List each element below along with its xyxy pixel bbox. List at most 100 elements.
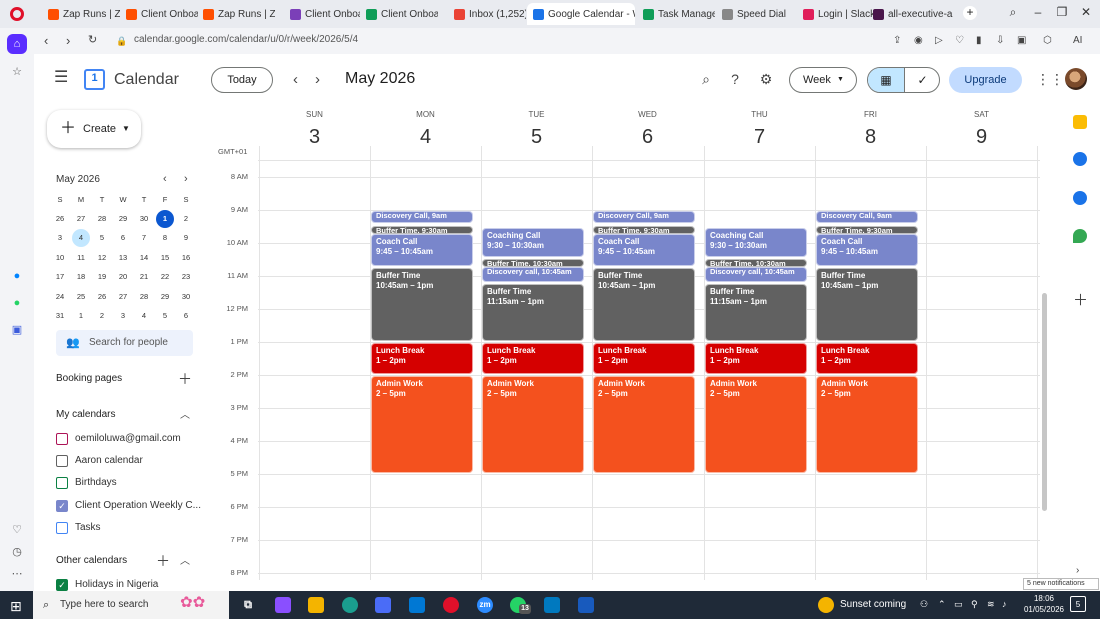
mini-day[interactable]: 2 [93, 307, 111, 325]
calendar-checkbox[interactable] [56, 521, 68, 534]
event-buffer-time[interactable]: Buffer Time 10:45am – 1pm [816, 267, 918, 341]
event-buffer-time[interactable]: Buffer Time 11:15am – 1pm [705, 283, 807, 341]
mini-day[interactable]: 28 [135, 288, 153, 306]
add-other-calendar-icon[interactable]: ＋ [156, 551, 170, 571]
mini-day[interactable]: 2 [177, 210, 195, 228]
mini-day[interactable]: 17 [51, 268, 69, 286]
mini-day[interactable]: 29 [156, 288, 174, 306]
calendar-checkbox[interactable] [56, 433, 68, 445]
day-number[interactable]: 3 [285, 126, 345, 149]
google-apps-icon[interactable]: ⋮⋮ [1036, 71, 1064, 88]
event-lunch-break[interactable]: Lunch Break 1 – 2pm [816, 343, 918, 374]
booking-pages-title[interactable]: Booking pages [56, 373, 122, 384]
trello-icon[interactable] [544, 597, 560, 613]
mini-day[interactable]: 3 [114, 307, 132, 325]
mini-day[interactable]: 26 [93, 288, 111, 306]
event-discovery-call[interactable]: Discovery Call, 9am [816, 211, 918, 223]
pin-icon[interactable]: ☆ [7, 62, 27, 82]
calendar-checkbox[interactable]: ✓ [56, 499, 68, 512]
collapse-icon[interactable]: ︿ [180, 406, 190, 421]
cube-icon[interactable]: ⬡ [1043, 35, 1052, 46]
back-icon[interactable]: ‹ [44, 33, 48, 48]
event-buffer-time[interactable]: Buffer Time 11:15am – 1pm [482, 283, 584, 341]
mini-prev-icon[interactable]: ‹ [163, 173, 167, 185]
mini-day[interactable]: 26 [51, 210, 69, 228]
tab[interactable]: Client Onboard [360, 3, 438, 25]
copilot-icon[interactable] [275, 597, 291, 613]
chevron-up-icon[interactable]: ⌃ [938, 599, 946, 610]
notifications-toast[interactable]: 5 new notifications [1023, 578, 1099, 590]
mini-day[interactable]: 8 [156, 229, 174, 247]
event-discovery-call[interactable]: Discovery Call, 9am [593, 211, 695, 223]
mini-day[interactable]: 30 [135, 210, 153, 228]
discord-icon[interactable]: ▣ [7, 320, 27, 340]
event-admin-work[interactable]: Admin Work 2 – 5pm [816, 376, 918, 473]
history-icon[interactable]: ◷ [7, 542, 27, 562]
mini-day[interactable]: 9 [177, 229, 195, 247]
tab[interactable]: Inbox (1,252) - [448, 3, 526, 25]
battery-icon[interactable]: ▭ [954, 599, 963, 610]
mini-day[interactable]: 10 [51, 249, 69, 267]
zoom-icon[interactable]: zm [477, 597, 493, 613]
wallet-icon[interactable]: ▣ [1017, 35, 1026, 46]
grid-scrollbar[interactable] [1042, 293, 1047, 511]
outlook-icon[interactable] [409, 597, 425, 613]
minimize-icon[interactable]: – [1028, 5, 1048, 19]
url-field[interactable]: calendar.google.com/calendar/u/0/r/week/… [134, 34, 358, 45]
event-lunch-break[interactable]: Lunch Break 1 – 2pm [593, 343, 695, 374]
view-select[interactable]: Week ▼ [789, 67, 857, 93]
weather-text[interactable]: Sunset coming [840, 599, 906, 610]
event-coach-call[interactable]: Coach Call 9:45 – 10:45am [371, 234, 473, 266]
event-admin-work[interactable]: Admin Work 2 – 5pm [482, 376, 584, 473]
mini-day[interactable]: 1 [72, 307, 90, 325]
mini-day[interactable]: 6 [177, 307, 195, 325]
calendar-list-item[interactable]: Tasks [56, 521, 201, 536]
mini-day[interactable]: 11 [72, 249, 90, 267]
opera-icon[interactable] [443, 597, 459, 613]
mini-day[interactable]: 12 [93, 249, 111, 267]
main-menu-icon[interactable]: ☰ [54, 70, 68, 86]
event-admin-work[interactable]: Admin Work 2 – 5pm [593, 376, 695, 473]
calendar-checkbox[interactable]: ✓ [56, 579, 68, 591]
mini-day[interactable]: 13 [114, 249, 132, 267]
event-lunch-break[interactable]: Lunch Break 1 – 2pm [482, 343, 584, 374]
heart-icon[interactable]: ♡ [7, 520, 27, 540]
mini-day[interactable]: 31 [51, 307, 69, 325]
calendar-list-item[interactable]: ✓ Client Operation Weekly C... [56, 499, 201, 514]
close-icon[interactable]: ✕ [1076, 5, 1096, 19]
mini-day[interactable]: 30 [177, 288, 195, 306]
mini-next-icon[interactable]: › [184, 173, 188, 185]
mini-day[interactable]: 4 [135, 307, 153, 325]
today-button[interactable]: Today [211, 67, 273, 93]
edge-icon[interactable] [342, 597, 358, 613]
mini-day[interactable]: 27 [72, 210, 90, 228]
heart-icon[interactable]: ♡ [955, 35, 964, 46]
tab[interactable]: Zap Runs | Zap [42, 3, 120, 25]
tasks-view-icon[interactable]: ✓ [904, 68, 939, 92]
mini-day[interactable]: 14 [135, 249, 153, 267]
add-booking-page-icon[interactable]: ＋ [178, 369, 192, 389]
windows-start-icon[interactable]: ⊞ [10, 598, 22, 615]
next-week-icon[interactable]: › [315, 71, 320, 88]
add-addon-icon[interactable]: ＋ [1073, 289, 1088, 310]
upgrade-button[interactable]: Upgrade [949, 67, 1022, 93]
mini-day[interactable]: 23 [177, 268, 195, 286]
create-button[interactable]: ＋ Create ▼ [47, 110, 141, 148]
task-view-icon[interactable]: ⧉ [240, 597, 256, 613]
word-icon[interactable] [578, 597, 594, 613]
tab-active[interactable]: Google Calendar - Week [527, 3, 635, 25]
previous-week-icon[interactable]: ‹ [293, 71, 298, 88]
downloads-icon[interactable]: ⇩ [996, 35, 1004, 46]
day-number[interactable]: 7 [730, 126, 790, 149]
play-icon[interactable]: ▷ [935, 35, 943, 46]
mini-day[interactable]: 18 [72, 268, 90, 286]
camera-icon[interactable]: ◉ [914, 35, 923, 46]
reload-icon[interactable]: ↻ [88, 33, 97, 46]
event-discovery-call[interactable]: Discovery Call, 9am [371, 211, 473, 223]
home-icon[interactable]: ⌂ [7, 34, 27, 54]
contacts-icon[interactable] [1073, 191, 1087, 205]
mini-day[interactable]: 24 [51, 288, 69, 306]
volume-icon[interactable]: ♪ [1002, 599, 1007, 609]
mini-day[interactable]: 16 [177, 249, 195, 267]
day-number[interactable]: 6 [618, 126, 678, 149]
